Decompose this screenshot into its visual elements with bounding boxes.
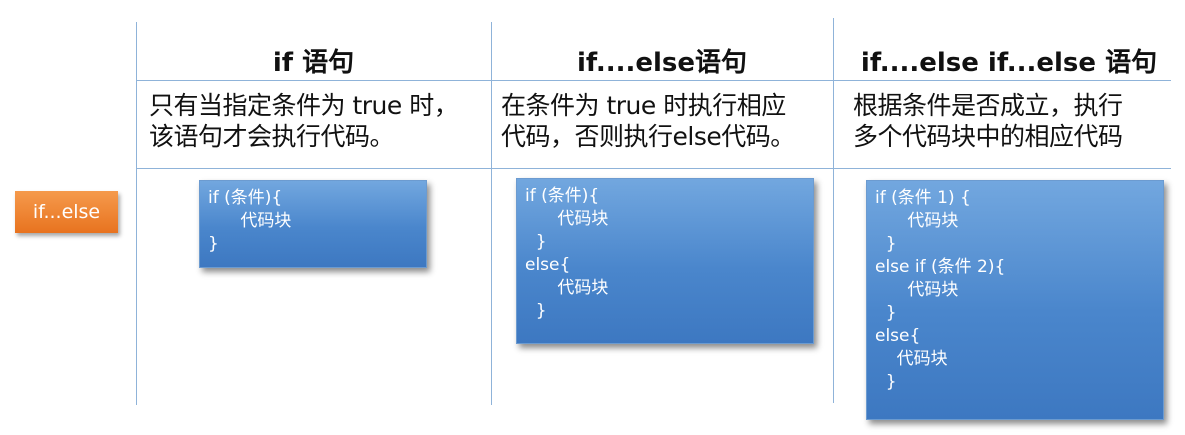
column-description-if: 只有当指定条件为 true 时， 该语句才会执行代码。 (149, 91, 459, 151)
column-title-if: if 语句 (272, 48, 355, 78)
code-block-if-else: if (条件){ 代码块 } else{ 代码块 } (516, 178, 814, 344)
code-line: } (525, 301, 547, 321)
code-line: } (875, 303, 897, 323)
if-else-badge: if...else (15, 191, 118, 233)
code-line: else{ (525, 255, 571, 275)
code-line: } (208, 234, 219, 254)
code-line: } (875, 234, 897, 254)
code-line: if (条件){ (525, 186, 600, 206)
code-line: if (条件 1) { (875, 188, 971, 208)
code-line: 代码块 (208, 211, 292, 231)
header-separator (136, 80, 1171, 81)
code-line: 代码块 (875, 349, 948, 369)
code-line: else{ (875, 326, 921, 346)
code-line: 代码块 (525, 209, 609, 229)
code-line: 代码块 (875, 211, 959, 231)
column-title-if-else: if....else语句 (577, 48, 747, 78)
column-description-if-else-if-else: 根据条件是否成立，执行 多个代码块中的相应代码 (853, 91, 1123, 151)
code-line: 代码块 (875, 280, 959, 300)
description-separator (136, 168, 1171, 169)
code-line: } (875, 372, 897, 392)
code-line: else if (条件 2){ (875, 257, 1006, 277)
code-block-if-else-if-else: if (条件 1) { 代码块 } else if (条件 2){ 代码块 } … (866, 180, 1164, 420)
code-line: } (525, 232, 547, 252)
code-line: if (条件){ (208, 188, 283, 208)
column-description-if-else: 在条件为 true 时执行相应 代码，否则执行else代码。 (501, 91, 795, 151)
code-line: 代码块 (525, 278, 609, 298)
column-title-if-else-if-else: if....else if...else 语句 (860, 48, 1158, 78)
code-block-if: if (条件){ 代码块 } (199, 180, 427, 268)
